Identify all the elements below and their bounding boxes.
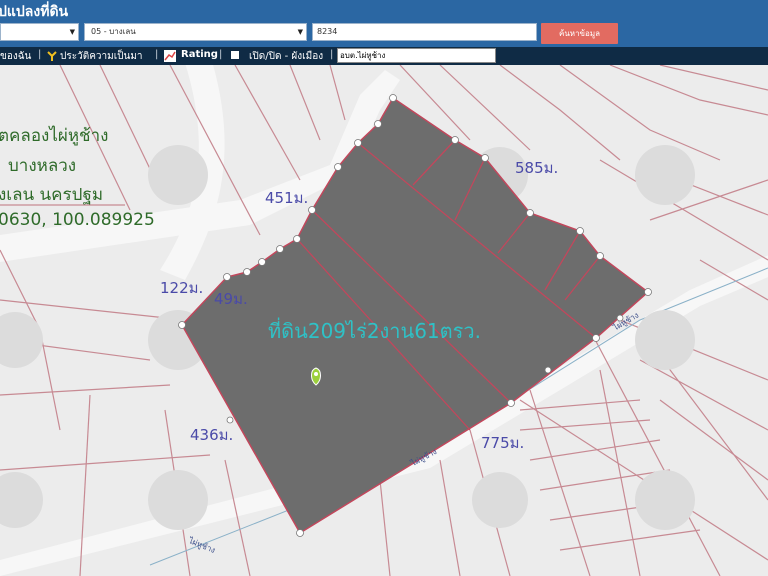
toolbar-item-zoning[interactable]: เปิด/ปิด - ผังเมือง — [249, 49, 323, 64]
district-select[interactable]: 05 - บางเลน ▼ — [84, 23, 307, 41]
seal-watermark-icon — [148, 470, 208, 530]
toolbar-separator: | — [155, 49, 159, 60]
parcel-number-input[interactable]: 8234 — [312, 23, 537, 41]
map-toolbar: ของฉัน | ประวัติความเป็นมา | Rating | เป… — [0, 47, 768, 65]
info-locality: บางหลวง — [8, 156, 77, 176]
seal-watermark-icon — [472, 472, 528, 528]
district-select-value: 05 - บางเลน — [91, 27, 136, 36]
toolbar-separator: | — [38, 49, 42, 60]
info-subdistrict: ตคลองไผ่หูช้าง — [0, 126, 109, 146]
map-viewer-app: ปแปลงที่ดิน ▼ 05 - บางเลน ▼ 8234 ค้นหาข้… — [0, 0, 768, 576]
info-coordinates: 0630, 100.089925 — [0, 210, 155, 230]
province-select[interactable]: ▼ — [0, 23, 79, 41]
seal-watermark-icon — [635, 310, 695, 370]
dimension-right: 585ม. — [515, 159, 559, 177]
rating-chart-icon — [164, 50, 176, 62]
dimension-left-small: 122ม. — [160, 279, 204, 297]
toolbar-search-input[interactable] — [337, 48, 496, 63]
seal-watermark-icon — [635, 470, 695, 530]
search-button[interactable]: ค้นหาข้อมูล — [541, 23, 618, 44]
toolbar-item-rating[interactable]: Rating — [181, 49, 218, 60]
parcel-number-value: 8234 — [317, 27, 338, 36]
chevron-down-icon: ▼ — [297, 28, 303, 36]
toolbar-item-history[interactable]: ประวัติความเป็นมา — [60, 49, 143, 64]
app-title: ปแปลงที่ดิน — [0, 4, 69, 20]
history-icon — [47, 51, 57, 61]
chevron-down-icon: ▼ — [69, 28, 75, 36]
search-bar: ปแปลงที่ดิน ▼ 05 - บางเลน ▼ 8234 ค้นหาข้… — [0, 0, 768, 47]
map-canvas[interactable]: ตคลองไผ่หูช้าง บางหลวง งเลน นครปฐม 0630,… — [0, 65, 768, 576]
dimension-top: 451ม. — [265, 189, 309, 207]
dimension-bottom: 775ม. — [481, 434, 525, 452]
parcel-area-label: ที่ดิน209ไร่2งาน61ตรว. — [268, 319, 481, 343]
seal-watermark-icon — [148, 145, 208, 205]
seal-watermark-icon — [635, 145, 695, 205]
toolbar-separator: | — [219, 49, 223, 60]
toolbar-item-mine[interactable]: ของฉัน — [0, 49, 31, 64]
info-district-province: งเลน นครปฐม — [0, 185, 104, 205]
toolbar-separator: | — [330, 49, 334, 60]
zoning-checkbox[interactable] — [231, 51, 239, 59]
dimension-notch: 49ม. — [214, 290, 248, 308]
dimension-left: 436ม. — [190, 426, 234, 444]
